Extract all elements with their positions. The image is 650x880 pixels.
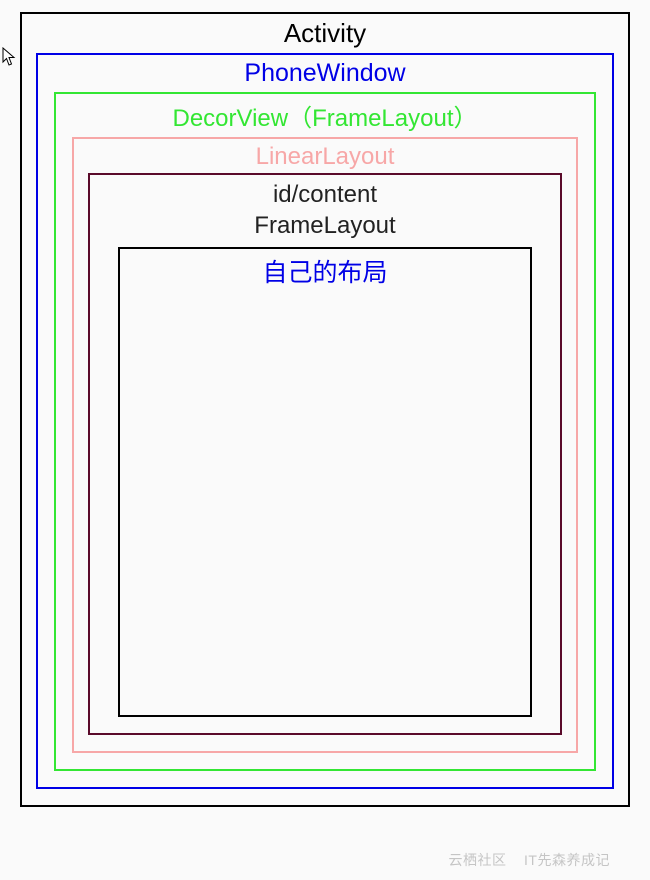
watermark-text: 云栖社区 IT先森养成记: [448, 850, 610, 870]
decorview-box: DecorView（FrameLayout） LinearLayout id/c…: [54, 92, 596, 771]
phonewindow-box: PhoneWindow DecorView（FrameLayout） Linea…: [36, 53, 614, 789]
activity-box: Activity PhoneWindow DecorView（FrameLayo…: [20, 12, 630, 807]
content-label-line1: id/content: [273, 181, 377, 208]
watermark-right: IT先森养成记: [524, 852, 610, 868]
decorview-label: DecorView（FrameLayout）: [172, 98, 477, 133]
content-box: id/content FrameLayout 自己的布局: [88, 173, 562, 735]
ownlayout-label: 自己的布局: [120, 253, 530, 289]
content-label: id/content FrameLayout: [254, 179, 395, 241]
content-label-line2: FrameLayout: [254, 212, 395, 239]
linearlayout-box: LinearLayout id/content FrameLayout 自己的布…: [72, 137, 578, 753]
linearlayout-label: LinearLayout: [256, 143, 395, 171]
activity-label: Activity: [284, 18, 366, 49]
ownlayout-box: 自己的布局: [118, 247, 532, 717]
watermark-left: 云栖社区: [448, 852, 506, 868]
phonewindow-label: PhoneWindow: [244, 59, 405, 88]
cursor-icon: [2, 47, 16, 67]
